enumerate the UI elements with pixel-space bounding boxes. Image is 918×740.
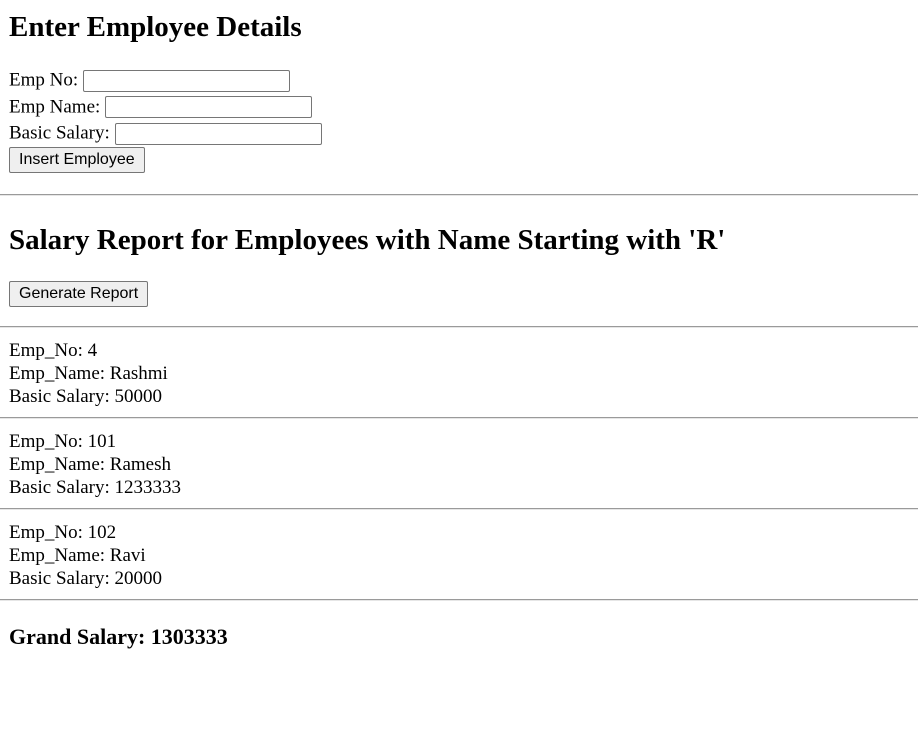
divider-form <box>0 193 918 196</box>
employee-form: Emp No: Emp Name: Basic Salary: Insert E… <box>9 67 918 175</box>
record-emp-name: Emp_Name: Ramesh <box>9 453 171 475</box>
employee-record: Emp_No: 102 Emp_Name: Ravi Basic Salary:… <box>0 510 918 599</box>
emp-no-row: Emp No: <box>9 67 918 94</box>
record-emp-no: Emp_No: 102 <box>9 521 117 543</box>
emp-name-input[interactable] <box>105 96 313 119</box>
insert-employee-button[interactable]: Insert Employee <box>9 146 145 173</box>
generate-row: Generate Report <box>9 280 918 307</box>
basic-salary-row: Basic Salary: <box>9 120 918 147</box>
record-salary: Basic Salary: 20000 <box>9 567 163 589</box>
employee-form-title: Enter Employee Details <box>9 11 302 43</box>
emp-name-row: Emp Name: <box>9 94 918 121</box>
insert-row: Insert Employee <box>9 146 918 175</box>
basic-salary-input[interactable] <box>114 122 322 145</box>
divider-record <box>0 598 918 601</box>
emp-no-label: Emp No: <box>9 69 79 91</box>
report-section: Salary Report for Employees with Name St… <box>0 223 918 307</box>
record-salary: Basic Salary: 50000 <box>9 385 163 407</box>
page: Enter Employee Details Emp No: Emp Name:… <box>0 0 918 175</box>
emp-name-label: Emp Name: <box>9 95 101 117</box>
report-title: Salary Report for Employees with Name St… <box>9 223 726 256</box>
record-emp-no: Emp_No: 101 <box>9 430 117 452</box>
record-emp-name: Emp_Name: Rashmi <box>9 362 168 384</box>
employee-record: Emp_No: 4 Emp_Name: Rashmi Basic Salary:… <box>0 328 918 417</box>
record-salary: Basic Salary: 1233333 <box>9 476 182 498</box>
basic-salary-label: Basic Salary: <box>9 122 110 144</box>
generate-report-button[interactable]: Generate Report <box>9 280 149 307</box>
employee-record: Emp_No: 101 Emp_Name: Ramesh Basic Salar… <box>0 419 918 508</box>
emp-no-input[interactable] <box>83 69 291 92</box>
record-emp-name: Emp_Name: Ravi <box>9 544 146 566</box>
grand-salary-total: Grand Salary: 1303333 <box>9 623 228 649</box>
record-emp-no: Emp_No: 4 <box>9 339 98 361</box>
